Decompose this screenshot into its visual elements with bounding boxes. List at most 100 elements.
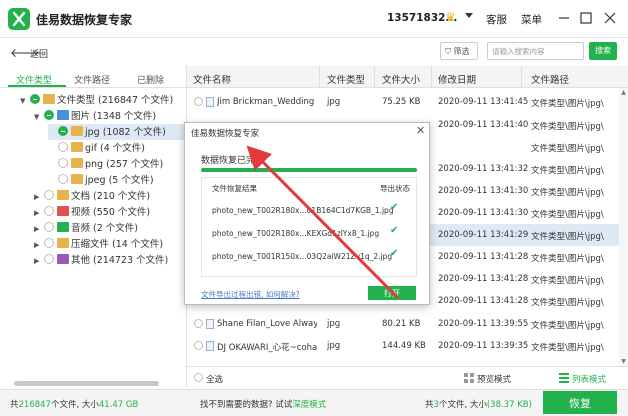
tree-node-archives[interactable]: ▶ 压缩文件 (14 个文件) [34, 236, 163, 252]
dialog-title: 佳易数据恢复专家 [191, 129, 260, 139]
column-header-type[interactable]: 文件类型 [327, 72, 365, 86]
cell-size: 80.21 KB [382, 319, 421, 329]
expand-icon[interactable]: ▶ [34, 193, 44, 201]
export-error-help-link[interactable]: 文件导出过程出错, 如何解决? [201, 289, 300, 300]
recover-button[interactable]: 恢复 [543, 391, 617, 414]
tree-checkbox[interactable] [30, 94, 40, 104]
menu-button[interactable]: 菜单 [521, 12, 542, 27]
results-column-header: 文件恢复结果 [212, 184, 257, 193]
tree-node-jpg[interactable]: jpg (1082 个文件) [48, 124, 186, 140]
cell-type: jpg [327, 341, 341, 351]
tree-checkbox[interactable] [44, 222, 54, 232]
minimize-icon[interactable] [556, 10, 572, 26]
vip-crown-icon: ♛ [445, 10, 456, 24]
tab-file-path[interactable]: 文件路径 [74, 73, 110, 86]
row-checkbox[interactable] [194, 319, 203, 328]
column-header-size[interactable]: 文件大小 [382, 72, 420, 86]
expand-icon[interactable]: ▶ [34, 225, 44, 233]
tree-node-documents[interactable]: ▶ 文档 (210 个文件) [34, 188, 150, 204]
table-row[interactable]: Shane Filan_Love Always_... jpg 80.21 KB… [187, 313, 628, 335]
toolbar: 🡐 返回 ⛉ 筛选 请输入搜索内容 搜索 [0, 39, 628, 65]
tree-checkbox[interactable] [58, 142, 68, 152]
deep-scan-hint: 找不到需要的数据? 试试深度模式 [200, 400, 327, 410]
tree-checkbox[interactable] [58, 126, 68, 136]
grid-view-icon[interactable] [464, 373, 474, 383]
status-bar: 共216847个文件, 大小41.47 GB 找不到需要的数据? 试试深度模式 … [0, 389, 628, 416]
tree-horizontal-scrollbar[interactable] [14, 381, 159, 386]
filter-icon: ⛉ [445, 47, 451, 56]
tree-label: gif (4 个文件) [85, 143, 146, 154]
cell-date: 2020-09-11 13:41:29 [438, 230, 529, 240]
column-header-date[interactable]: 修改日期 [438, 72, 476, 86]
select-all-checkbox[interactable] [194, 373, 203, 382]
tree-checkbox[interactable] [44, 110, 54, 120]
table-row[interactable]: DJ OKAWARI_心花~coha... jpg 144.49 KB 2020… [187, 335, 628, 357]
search-button[interactable]: 搜索 [589, 42, 617, 60]
tab-deleted[interactable]: 已删除 [137, 73, 164, 86]
column-header-name[interactable]: 文件名称 [193, 72, 231, 86]
cell-size: 75.25 KB [382, 97, 421, 107]
row-checkbox[interactable] [194, 97, 203, 106]
preview-mode-button[interactable]: 预览模式 [477, 373, 511, 385]
folder-icon [71, 126, 83, 136]
tree-label: 文档 (210 个文件) [71, 191, 151, 202]
list-mode-button[interactable]: 列表模式 [572, 373, 606, 385]
table-vertical-scrollbar[interactable] [619, 88, 628, 368]
tree-node-audio[interactable]: ▶ 音频 (2 个文件) [34, 220, 138, 236]
table-row[interactable]: Jim Brickman_Wedding S... jpg 75.25 KB 2… [187, 91, 628, 113]
tree-label: jpg (1082 个文件) [85, 127, 166, 138]
success-check-icon: ✔ [390, 248, 399, 259]
tree-node-file-types[interactable]: ▼ 文件类型 (216847 个文件) [20, 92, 173, 108]
tree-node-jpeg[interactable]: jpeg (5 个文件) [48, 172, 154, 188]
expand-icon[interactable]: ▶ [34, 209, 44, 217]
tree-label: 其他 (214723 个文件) [71, 255, 169, 266]
account-dropdown-icon[interactable] [465, 13, 473, 18]
scroll-down-icon[interactable]: ▼ [619, 358, 628, 365]
cell-path: 文件类型\图片\jpg\ [531, 166, 604, 176]
video-icon [57, 206, 69, 216]
dialog-close-icon[interactable]: ✕ [416, 124, 425, 137]
cell-path: 文件类型\图片\jpg\ [531, 298, 604, 308]
cell-date: 2020-09-11 13:41:30 [438, 186, 529, 196]
expand-icon[interactable]: ▼ [20, 97, 30, 105]
tree-node-videos[interactable]: ▶ 视频 (550 个文件) [34, 204, 150, 220]
column-header-path[interactable]: 文件路径 [531, 72, 569, 86]
tree-checkbox[interactable] [44, 254, 54, 264]
list-footer: 全选 预览模式 列表模式 [187, 366, 628, 388]
filter-button[interactable]: ⛉ 筛选 [440, 42, 478, 60]
cell-date: 2020-09-11 13:41:40 [438, 120, 529, 130]
cell-path: 文件类型\图片\jpg\ [531, 99, 604, 109]
scroll-up-icon[interactable]: ▲ [619, 89, 628, 96]
total-count: 216847 [18, 400, 51, 410]
image-icon [57, 110, 69, 120]
open-folder-button[interactable]: 打开 [368, 286, 416, 300]
recovery-results-box: 文件恢复结果 导出状态 photo_new_T002R180x...01B164… [201, 177, 417, 277]
expand-icon[interactable]: ▶ [34, 257, 44, 265]
close-icon[interactable] [602, 10, 618, 26]
tree-checkbox[interactable] [44, 190, 54, 200]
list-view-icon[interactable] [559, 373, 569, 383]
select-all-label[interactable]: 全选 [206, 373, 223, 385]
tree-node-images[interactable]: ▼ 图片 (1348 个文件) [34, 108, 156, 124]
document-icon [57, 190, 69, 200]
file-type-tree: ▼ 文件类型 (216847 个文件) ▼ 图片 (1348 个文件) jpg (1… [0, 90, 186, 380]
tree-checkbox[interactable] [44, 206, 54, 216]
tree-label: png (257 个文件) [85, 159, 164, 170]
folder-icon [71, 158, 83, 168]
selected-files-summary: 共3个文件, 大小(38.37 KB) [425, 400, 532, 410]
tree-checkbox[interactable] [44, 238, 54, 248]
search-input[interactable]: 请输入搜索内容 [487, 42, 584, 60]
back-button[interactable]: 返回 [30, 47, 48, 60]
tree-node-other[interactable]: ▶ 其他 (214723 个文件) [34, 252, 168, 268]
service-button[interactable]: 客服 [486, 12, 507, 27]
tree-node-png[interactable]: png (257 个文件) [48, 156, 163, 172]
row-checkbox[interactable] [194, 341, 203, 350]
tree-checkbox[interactable] [58, 158, 68, 168]
expand-icon[interactable]: ▼ [34, 113, 44, 121]
expand-icon[interactable]: ▶ [34, 241, 44, 249]
deep-scan-link[interactable]: 深度模式 [292, 400, 326, 410]
maximize-icon[interactable] [578, 10, 594, 26]
tree-checkbox[interactable] [58, 174, 68, 184]
tree-node-gif[interactable]: gif (4 个文件) [48, 140, 145, 156]
recovered-file: photo_new_T001R150x...03Q2aiW21Zv1q_2.jp… [212, 252, 393, 261]
